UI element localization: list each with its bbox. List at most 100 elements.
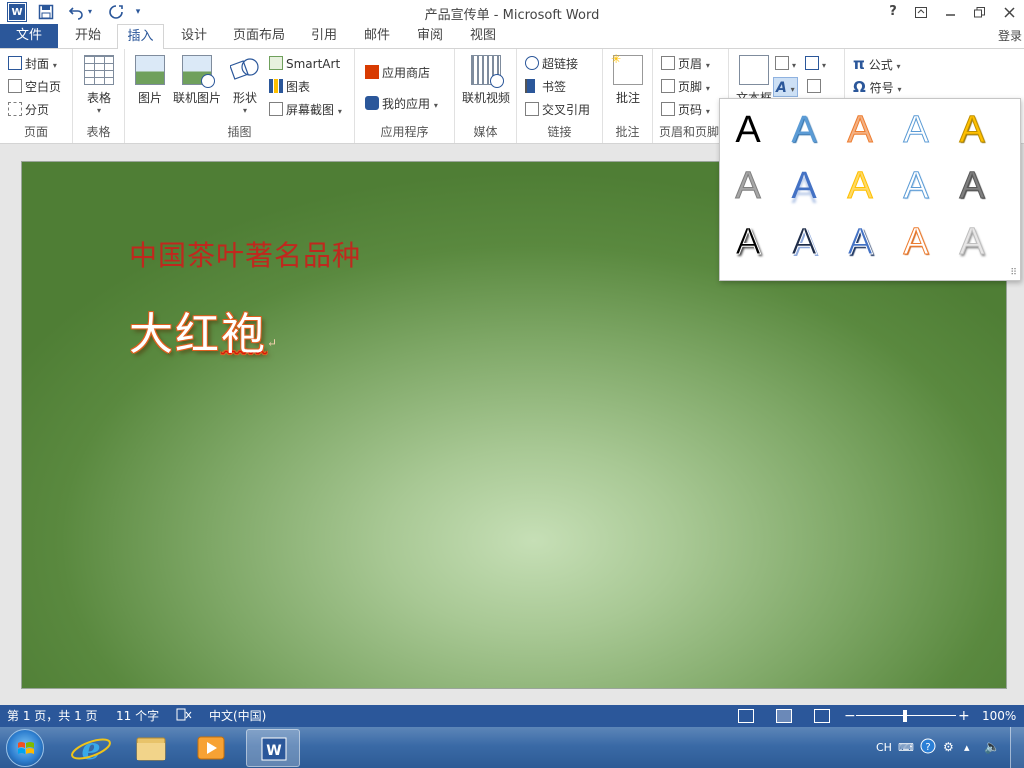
chevron-down-icon: ▾ — [433, 101, 438, 110]
wordart-style-10[interactable]: A — [947, 161, 997, 211]
wordart-style-5[interactable]: A — [947, 105, 997, 155]
screenshot-label: 屏幕截图 — [286, 103, 335, 117]
group-pages: 封面 ▾ 空白页 分页 页面 — [0, 49, 73, 143]
help-circle-icon[interactable]: ? — [920, 727, 936, 768]
date-time-button[interactable] — [807, 77, 824, 97]
wordart-style-11[interactable]: A — [723, 217, 773, 267]
web-layout-icon[interactable] — [814, 709, 830, 723]
screenshot-icon — [269, 102, 283, 116]
wordart-style-13[interactable]: A — [835, 217, 885, 267]
sign-in-link[interactable]: 登录 — [998, 24, 1022, 48]
page-count-status[interactable]: 第 1 页，共 1 页 — [7, 705, 98, 727]
table-button[interactable]: 表格 ▾ — [83, 55, 115, 115]
zoom-in-button[interactable]: + — [958, 705, 970, 727]
app-store-button[interactable]: 应用商店 — [365, 63, 430, 83]
minimize-button[interactable] — [937, 2, 963, 22]
tab-file[interactable]: 文件 — [0, 24, 58, 48]
show-desktop-button[interactable] — [1010, 727, 1024, 768]
internet-explorer-icon: e — [71, 732, 111, 767]
page-break-button[interactable]: 分页 — [8, 100, 49, 120]
zoom-slider-thumb[interactable] — [903, 710, 907, 722]
title-text-spellcheck: 袍 — [221, 309, 267, 360]
online-picture-button[interactable]: 联机图片 — [171, 55, 223, 106]
wordart-style-8[interactable]: A — [835, 161, 885, 211]
group-apps: 应用商店 我的应用 ▾ 应用程序 — [355, 49, 455, 143]
footer-button[interactable]: 页脚 ▾ — [661, 77, 710, 97]
my-apps-button[interactable]: 我的应用 ▾ — [365, 94, 438, 114]
cover-page-button[interactable]: 封面 ▾ — [8, 54, 57, 74]
tab-mailings[interactable]: 邮件 — [355, 24, 399, 48]
tab-references[interactable]: 引用 — [302, 24, 346, 48]
status-bar: 第 1 页，共 1 页 11 个字 中文(中国) − + 100% — [0, 705, 1024, 727]
my-apps-icon — [365, 96, 379, 110]
wordart-style-3[interactable]: A — [835, 105, 885, 155]
header-button[interactable]: 页眉 ▾ — [661, 54, 710, 74]
cover-page-label: 封面 — [25, 57, 50, 71]
tab-design[interactable]: 设计 — [172, 24, 216, 48]
tab-page-layout[interactable]: 页面布局 — [226, 24, 292, 48]
zoom-out-button[interactable]: − — [844, 705, 856, 727]
wordart-style-7[interactable]: A — [779, 161, 829, 211]
cross-reference-button[interactable]: 交叉引用 — [525, 100, 590, 120]
close-button[interactable] — [996, 2, 1022, 22]
show-hidden-icons-button[interactable]: ▴ — [964, 727, 970, 768]
online-video-icon — [471, 55, 504, 88]
equation-button[interactable]: π 公式 ▾ — [853, 54, 901, 74]
wordart-style-4[interactable]: A — [891, 105, 941, 155]
tab-insert[interactable]: 插入 — [117, 24, 164, 49]
ribbon-display-options-icon[interactable] — [908, 2, 934, 22]
wordart-style-15[interactable]: A — [947, 217, 997, 267]
page-number-label: 页码 — [678, 103, 703, 117]
start-button[interactable] — [6, 729, 44, 767]
read-mode-icon[interactable] — [738, 709, 754, 723]
ime-options-icon[interactable]: ⚙ — [943, 727, 954, 768]
chart-button[interactable]: 图表 — [269, 77, 310, 97]
taskbar-file-explorer[interactable] — [124, 729, 178, 767]
online-video-button[interactable]: 联机视频 — [460, 55, 512, 106]
wordart-style-2[interactable]: A — [779, 105, 829, 155]
tab-view[interactable]: 视图 — [461, 24, 505, 48]
proofing-icon[interactable] — [176, 705, 192, 727]
screenshot-button[interactable]: 屏幕截图 ▾ — [269, 100, 342, 120]
word-count-status[interactable]: 11 个字 — [116, 705, 159, 727]
keyboard-icon[interactable]: ⌨ — [898, 727, 914, 768]
taskbar-media-player[interactable] — [184, 729, 238, 767]
bookmark-button[interactable]: 书签 — [525, 77, 566, 97]
wordart-style-12[interactable]: A — [779, 217, 829, 267]
hyperlink-button[interactable]: 超链接 — [525, 54, 578, 74]
help-button[interactable]: ? — [880, 2, 906, 22]
quick-parts-button[interactable]: ▾ — [775, 54, 796, 74]
signature-line-button[interactable]: ▾ — [805, 54, 826, 74]
blank-page-label: 空白页 — [25, 80, 62, 94]
zoom-level[interactable]: 100% — [982, 705, 1016, 727]
header-icon — [661, 56, 675, 70]
wordart-style-1[interactable]: A — [723, 105, 773, 155]
restore-button[interactable] — [966, 2, 992, 22]
taskbar-internet-explorer[interactable]: e — [64, 729, 118, 767]
tab-review[interactable]: 审阅 — [408, 24, 452, 48]
page-number-button[interactable]: 页码 ▾ — [661, 100, 710, 120]
resize-grip-icon[interactable]: ⠿ — [1010, 268, 1017, 278]
blank-page-button[interactable]: 空白页 — [8, 77, 61, 97]
picture-button[interactable]: 图片 — [133, 55, 167, 106]
smartart-button[interactable]: SmartArt — [269, 54, 340, 74]
group-illustrations: 图片 联机图片 形状 ▾ SmartArt 图表 屏幕截图 ▾ 插图 — [125, 49, 355, 143]
chevron-down-icon: ▾ — [705, 84, 710, 93]
input-language-indicator[interactable]: CH — [876, 727, 892, 768]
wordart-style-6[interactable]: A — [723, 161, 773, 211]
page-break-icon — [8, 102, 22, 116]
wordart-style-9[interactable]: A — [891, 161, 941, 211]
wordart-button[interactable]: A ▾ — [773, 77, 798, 97]
online-picture-icon — [182, 55, 215, 88]
shapes-button[interactable]: 形状 ▾ — [227, 55, 263, 115]
new-comment-button[interactable]: ✳ 批注 — [611, 52, 644, 106]
print-layout-icon[interactable] — [776, 709, 792, 723]
wordart-style-14[interactable]: A — [891, 217, 941, 267]
document-subtitle[interactable]: 中国茶叶著名品种 — [129, 234, 361, 274]
taskbar-word[interactable]: W — [246, 729, 300, 767]
document-title-wordart[interactable]: 大红袍↵ — [129, 298, 279, 362]
volume-icon[interactable]: 🔈 — [984, 727, 1000, 768]
language-status[interactable]: 中文(中国) — [209, 705, 266, 727]
tab-home[interactable]: 开始 — [66, 24, 110, 48]
symbol-button[interactable]: Ω 符号 ▾ — [853, 77, 901, 97]
